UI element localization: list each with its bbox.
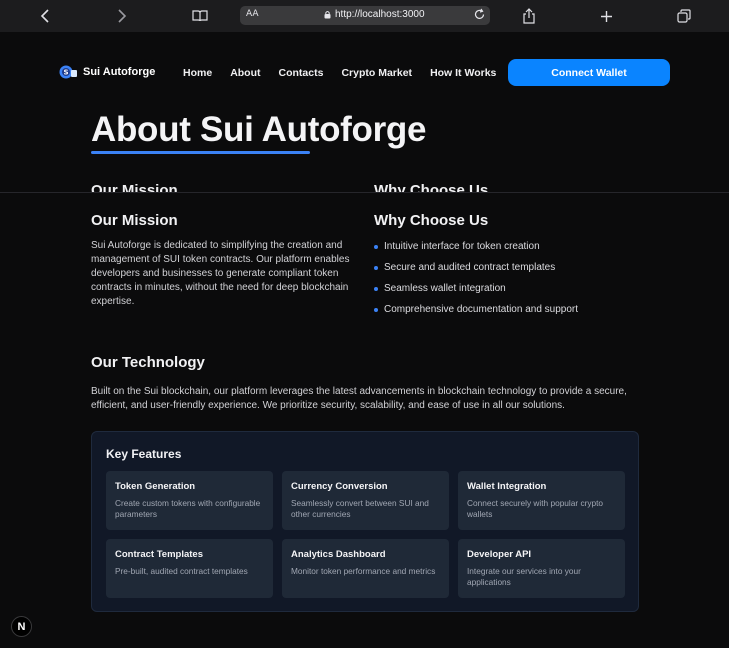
- browser-toolbar: AA http://localhost:3000: [0, 0, 729, 32]
- feature-desc: Pre-built, audited contract templates: [115, 566, 248, 576]
- feature-card-analytics-dashboard: Analytics Dashboard Monitor token perfor…: [282, 539, 449, 598]
- list-item: Secure and audited contract templates: [374, 261, 634, 282]
- nav-link-contacts[interactable]: Contacts: [279, 67, 324, 79]
- page-title: About Sui Autoforge: [91, 110, 427, 149]
- url-display[interactable]: http://localhost:3000: [324, 9, 425, 20]
- feature-card-token-generation: Token Generation Create custom tokens wi…: [106, 471, 273, 530]
- feature-card-wallet-integration: Wallet Integration Connect securely with…: [458, 471, 625, 530]
- list-item: Comprehensive documentation and support: [374, 303, 634, 324]
- nav-link-how-it-works[interactable]: How It Works: [430, 67, 496, 79]
- bullet-icon: [374, 266, 378, 270]
- feature-title: Developer API: [467, 549, 532, 560]
- nav-link-about[interactable]: About: [230, 67, 260, 79]
- nav-links: Home About Contacts Crypto Market How It…: [183, 67, 514, 79]
- feature-desc: Monitor token performance and metrics: [291, 566, 436, 576]
- new-tab-icon[interactable]: [592, 4, 620, 28]
- clipped-why-heading: Why Choose Us: [374, 182, 489, 192]
- url-text: http://localhost:3000: [335, 9, 425, 20]
- feature-title: Contract Templates: [115, 549, 203, 560]
- brand-name: Sui Autoforge: [83, 66, 156, 78]
- mission-text: Sui Autoforge is dedicated to simplifyin…: [91, 240, 350, 307]
- key-features-heading: Key Features: [106, 447, 182, 461]
- list-item: Seamless wallet integration: [374, 282, 634, 303]
- why-item-text: Secure and audited contract templates: [384, 262, 556, 273]
- bullet-icon: [374, 308, 378, 312]
- why-list: Intuitive interface for token creation S…: [374, 240, 634, 324]
- technology-heading: Our Technology: [91, 354, 205, 371]
- clipped-mission-heading: Our Mission: [91, 182, 178, 192]
- svg-text:S: S: [63, 69, 68, 77]
- address-bar[interactable]: AA http://localhost:3000: [240, 6, 490, 25]
- bullet-icon: [374, 287, 378, 291]
- why-heading: Why Choose Us: [374, 212, 489, 229]
- list-item: Intuitive interface for token creation: [374, 240, 634, 261]
- logo-icon: S: [59, 65, 77, 79]
- brand-logo[interactable]: S Sui Autoforge: [59, 65, 155, 79]
- reload-icon[interactable]: [473, 8, 486, 24]
- tabs-overview-icon[interactable]: [670, 4, 698, 28]
- nav-link-home[interactable]: Home: [183, 67, 212, 79]
- book-icon[interactable]: [186, 4, 214, 28]
- feature-desc: Connect securely with popular crypto wal…: [467, 498, 604, 519]
- why-item-text: Seamless wallet integration: [384, 283, 506, 294]
- back-icon[interactable]: [31, 4, 59, 28]
- feature-desc: Create custom tokens with configurable p…: [115, 498, 261, 519]
- feature-desc: Seamlessly convert between SUI and other…: [291, 498, 429, 519]
- nextjs-dev-badge[interactable]: N: [11, 616, 32, 637]
- feature-card-currency-conversion: Currency Conversion Seamlessly convert b…: [282, 471, 449, 530]
- share-icon[interactable]: [515, 4, 543, 28]
- technology-text: Built on the Sui blockchain, our platfor…: [91, 386, 627, 411]
- why-item-text: Comprehensive documentation and support: [384, 304, 579, 315]
- site-header: S Sui Autoforge Home About Contacts Cryp…: [0, 32, 729, 112]
- clipped-headings: Our Mission Why Choose Us: [0, 180, 729, 192]
- connect-wallet-button[interactable]: Connect Wallet: [508, 59, 670, 86]
- bullet-icon: [374, 245, 378, 249]
- feature-title: Token Generation: [115, 481, 196, 492]
- forward-icon[interactable]: [108, 4, 136, 28]
- lock-icon: [324, 11, 331, 19]
- feature-card-developer-api: Developer API Integrate our services int…: [458, 539, 625, 598]
- key-features-panel: Key Features Token Generation Create cus…: [91, 431, 639, 612]
- feature-card-contract-templates: Contract Templates Pre-built, audited co…: [106, 539, 273, 598]
- section-divider: [0, 192, 729, 193]
- feature-title: Analytics Dashboard: [291, 549, 386, 560]
- feature-title: Currency Conversion: [291, 481, 388, 492]
- nav-link-crypto-market[interactable]: Crypto Market: [341, 67, 412, 79]
- why-item-text: Intuitive interface for token creation: [384, 241, 540, 252]
- feature-title: Wallet Integration: [467, 481, 547, 492]
- feature-desc: Integrate our services into your applica…: [467, 566, 581, 587]
- mission-heading: Our Mission: [91, 212, 178, 229]
- title-underline: [91, 151, 310, 154]
- reader-mode-button[interactable]: AA: [246, 9, 259, 19]
